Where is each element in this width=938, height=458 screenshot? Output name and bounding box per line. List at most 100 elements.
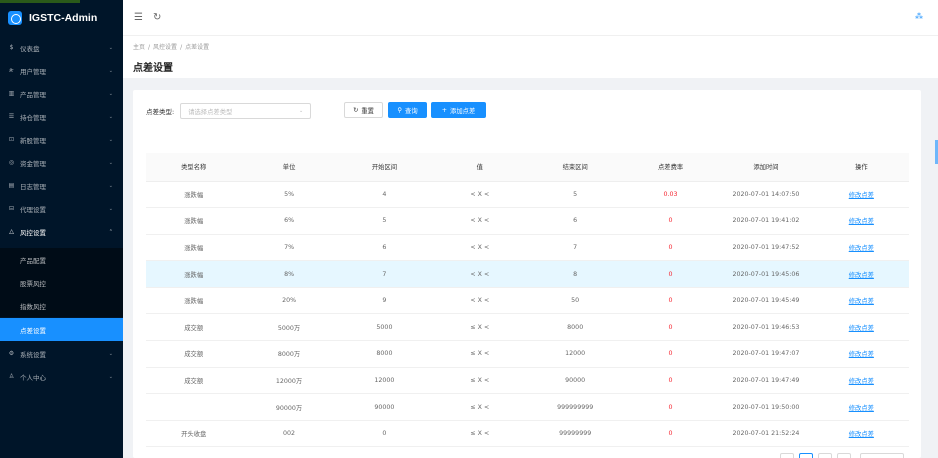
reset-button-label: 重置 [361, 107, 374, 115]
table-cell: 2020-07-01 14:07:50 [718, 181, 814, 209]
next-page-button[interactable] [837, 453, 851, 458]
language-icon[interactable]: ⁂ [915, 12, 923, 21]
submenu-item-label: 产品配置 [20, 256, 46, 265]
page-size-select[interactable] [860, 453, 904, 458]
table-cell: 0 [622, 340, 719, 368]
sidebar-item-users[interactable]: ጽ 用户管理 ⌄ [0, 59, 123, 82]
table-cell: 成交额 [146, 313, 242, 342]
sidebar-item-system-settings[interactable]: ⚙ 系统设置 ⌄ [0, 342, 123, 365]
submenu-item-label: 指数风控 [20, 302, 46, 311]
spread-type-label: 点差类型: [146, 108, 175, 116]
sidebar-item-label: 个人中心 [20, 373, 46, 382]
breadcrumb-home[interactable]: 主页 [133, 44, 145, 51]
person-icon: ♙ [8, 373, 15, 380]
table-cell: 90000 [527, 367, 623, 395]
sidebar-item-funds[interactable]: ◎ 资金管理 ⌄ [0, 151, 123, 174]
breadcrumb-level2[interactable]: 风控设置 [153, 44, 177, 51]
users-icon: ጽ [9, 66, 14, 74]
table-cell: 2020-07-01 19:45:49 [718, 287, 814, 315]
sidebar-item-positions[interactable]: ☰ 持仓管理 ⌄ [0, 105, 123, 128]
menu-fold-icon[interactable]: ☰ [134, 12, 143, 23]
table-row: 开头收盘 002 0 ≤ X <99999999 0 2020-07-01 21:52:2… [146, 420, 909, 448]
search-button[interactable]: ⚲ 查询 [388, 102, 427, 118]
table-cell: 002 [241, 420, 337, 448]
table-cell: 开头收盘 [146, 420, 242, 448]
table-cell: 涨跌幅 [146, 207, 242, 235]
sidebar-item-label: 资金管理 [20, 159, 46, 168]
breadcrumb-level3: 点差设置 [185, 44, 210, 51]
edit-spread-link[interactable]: 修改点差 [813, 260, 909, 288]
table-cell: < X < [432, 207, 528, 235]
agent-icon: ⊟ [8, 205, 15, 212]
sidebar-item-label: 系统设置 [20, 350, 46, 359]
table-cell: ≤ X < [432, 393, 528, 421]
reset-button[interactable]: ↻ 重置 [344, 102, 383, 118]
table-cell: 999999999 [527, 393, 623, 421]
sidebar-item-new-stocks[interactable]: ⊡ 新股管理 ⌄ [0, 128, 123, 151]
table-cell: 2020-07-01 19:47:07 [718, 340, 814, 368]
edit-spread-link[interactable]: 修改点差 [813, 181, 909, 209]
select-placeholder: 请选择点差类型 [188, 108, 233, 116]
sidebar-item-label: 持仓管理 [20, 113, 46, 122]
table-cell: ≤ X < [432, 367, 528, 395]
submenu-item-stock-risk[interactable]: 股票风控 [0, 271, 123, 294]
spread-type-select[interactable]: 请选择点差类型 ⌄ [180, 103, 312, 119]
reset-icon: ↻ [353, 106, 359, 114]
breadcrumb-trail: 主页 / 风控设置 / 点差设置 [133, 44, 210, 51]
table-cell: 90000万 [241, 393, 337, 421]
table-cell: 0 [622, 313, 719, 342]
table-row: 涨跌幅 8% 7 < X <8 0 2020-07-01 19:45:06 修改点差 [146, 260, 909, 288]
sidebar: IGSTC-Admin $ 仪表盘 ⌄ ጽ 用户管理 ⌄ ▥ 产品管理 ⌄ ☰ … [0, 0, 123, 458]
table-row: 成交额 5000万 5000 ≤ X <8000 0 2020-07-01 19:46:5… [146, 313, 909, 342]
chevron-down-icon: ⌄ [108, 350, 113, 357]
table-row: 涨跌幅 20% 9 < X <50 0 2020-07-01 19:45:49 修改点差 [146, 287, 909, 315]
add-button-label: 添加点差 [450, 107, 476, 115]
table-cell: 成交额 [146, 367, 242, 395]
edit-spread-link[interactable]: 修改点差 [813, 420, 909, 448]
new-stock-icon: ⊡ [8, 136, 15, 143]
sidebar-item-label: 产品管理 [20, 90, 46, 99]
chevron-down-icon: ⌄ [108, 159, 113, 166]
dashboard-icon: $ [9, 44, 14, 51]
app-logo-icon [8, 11, 22, 25]
chevron-down-icon: ⌄ [108, 44, 113, 51]
table-cell: 0 [622, 420, 719, 448]
page-2-button[interactable] [818, 453, 832, 458]
edit-spread-link[interactable]: 修改点差 [813, 287, 909, 315]
sidebar-item-dashboard[interactable]: $ 仪表盘 ⌄ [0, 36, 123, 59]
search-button-label: 查询 [405, 107, 418, 115]
submenu-item-spread-settings[interactable]: 点差设置 [0, 318, 123, 341]
table-header-row: 类型名称 单位 开始区间 值 结束区间 点差费率 添加时间 操作 [146, 153, 909, 182]
edit-spread-link[interactable]: 修改点差 [813, 313, 909, 342]
sidebar-item-profile[interactable]: ♙ 个人中心 ⌄ [0, 365, 123, 388]
submenu-item-product-config[interactable]: 产品配置 [0, 248, 123, 271]
col-header: 单位 [241, 153, 337, 182]
edit-spread-link[interactable]: 修改点差 [813, 393, 909, 421]
refresh-icon[interactable]: ↻ [153, 12, 161, 23]
sidebar-item-logs[interactable]: ▤ 日志管理 ⌄ [0, 174, 123, 197]
add-spread-button[interactable]: + 添加点差 [431, 102, 486, 118]
edit-spread-link[interactable]: 修改点差 [813, 367, 909, 395]
col-header: 添加时间 [718, 153, 814, 182]
prev-page-button[interactable] [780, 453, 794, 458]
submenu-item-index-risk[interactable]: 指数风控 [0, 294, 123, 317]
log-icon: ▤ [8, 182, 15, 189]
edit-spread-link[interactable]: 修改点差 [813, 340, 909, 368]
sidebar-item-agents[interactable]: ⊟ 代理设置 ⌄ [0, 197, 123, 220]
edit-spread-link[interactable]: 修改点差 [813, 207, 909, 235]
table-row: 成交额 12000万 12000 ≤ X <90000 0 2020-07-01 19:4… [146, 367, 909, 395]
table-cell: 0 [336, 420, 433, 448]
sidebar-item-products[interactable]: ▥ 产品管理 ⌄ [0, 82, 123, 105]
edit-spread-link[interactable]: 修改点差 [813, 234, 909, 262]
brand[interactable]: IGSTC-Admin [0, 0, 123, 36]
sidebar-item-risk[interactable]: △ 风控设置 ⌃ [0, 220, 123, 243]
table-cell: < X < [432, 234, 528, 262]
table-row: 成交额 8000万 8000 ≤ X <12000 0 2020-07-01 19:47:… [146, 340, 909, 368]
app-root: IGSTC-Admin $ 仪表盘 ⌄ ጽ 用户管理 ⌄ ▥ 产品管理 ⌄ ☰ … [0, 0, 938, 458]
table-cell: 7 [527, 234, 623, 262]
table-cell: 8000 [336, 340, 433, 368]
table-cell: 6 [336, 234, 433, 262]
page-1-button[interactable] [799, 453, 813, 458]
table-cell: < X < [432, 260, 528, 288]
table-cell: 0 [622, 393, 719, 421]
